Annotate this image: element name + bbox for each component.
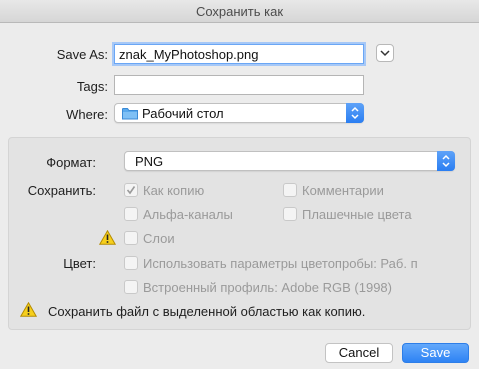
as-copy-label: Как копию: [143, 183, 205, 198]
where-value: Рабочий стол: [142, 106, 224, 121]
layers-checkbox[interactable]: [124, 231, 138, 245]
comments-label: Комментарии: [302, 183, 384, 198]
spot-colors-checkbox[interactable]: [283, 207, 297, 221]
color-label: Цвет:: [63, 256, 96, 271]
window-title: Сохранить как: [195, 4, 284, 19]
comments-checkbox[interactable]: [283, 183, 297, 197]
alpha-channels-label: Альфа-каналы: [143, 207, 233, 222]
layers-label: Слои: [143, 231, 175, 246]
save-button[interactable]: Save: [402, 343, 469, 363]
proof-setup-checkbox[interactable]: [124, 256, 138, 270]
save-as-label: Save As:: [56, 47, 108, 62]
folder-icon: [122, 108, 138, 120]
up-down-chevron-icon: [351, 106, 359, 120]
format-popup[interactable]: PNG: [124, 151, 455, 171]
up-down-chevron-icon: [442, 154, 450, 168]
warning-icon: [99, 230, 116, 245]
tags-input[interactable]: [114, 75, 364, 95]
format-stepper[interactable]: [437, 151, 455, 171]
save-options-label: Сохранить:: [27, 183, 96, 198]
warning-icon: [20, 302, 37, 317]
embed-profile-checkbox[interactable]: [124, 280, 138, 294]
where-stepper[interactable]: [346, 103, 364, 123]
tags-label: Tags:: [76, 79, 108, 94]
proof-setup-label: Использовать параметры цветопробы: Раб. …: [143, 256, 418, 271]
title-bar: Сохранить как: [0, 0, 479, 23]
where-popup[interactable]: Рабочий стол: [114, 103, 364, 123]
filename-input[interactable]: [114, 44, 364, 64]
cancel-button[interactable]: Cancel: [325, 343, 393, 363]
spot-colors-label: Плашечные цвета: [302, 207, 412, 222]
format-label: Формат:: [46, 155, 96, 170]
alpha-channels-checkbox[interactable]: [124, 207, 138, 221]
as-copy-checkbox[interactable]: [124, 183, 138, 197]
warning-message: Сохранить файл с выделенной областью как…: [48, 304, 366, 319]
chevron-down-icon: [380, 50, 390, 57]
embed-profile-label: Встроенный профиль: Adobe RGB (1998): [143, 280, 392, 295]
where-label: Where:: [66, 107, 108, 122]
checkmark-icon: [126, 186, 136, 195]
format-value: PNG: [135, 154, 164, 169]
expand-dialog-button[interactable]: [376, 44, 394, 62]
